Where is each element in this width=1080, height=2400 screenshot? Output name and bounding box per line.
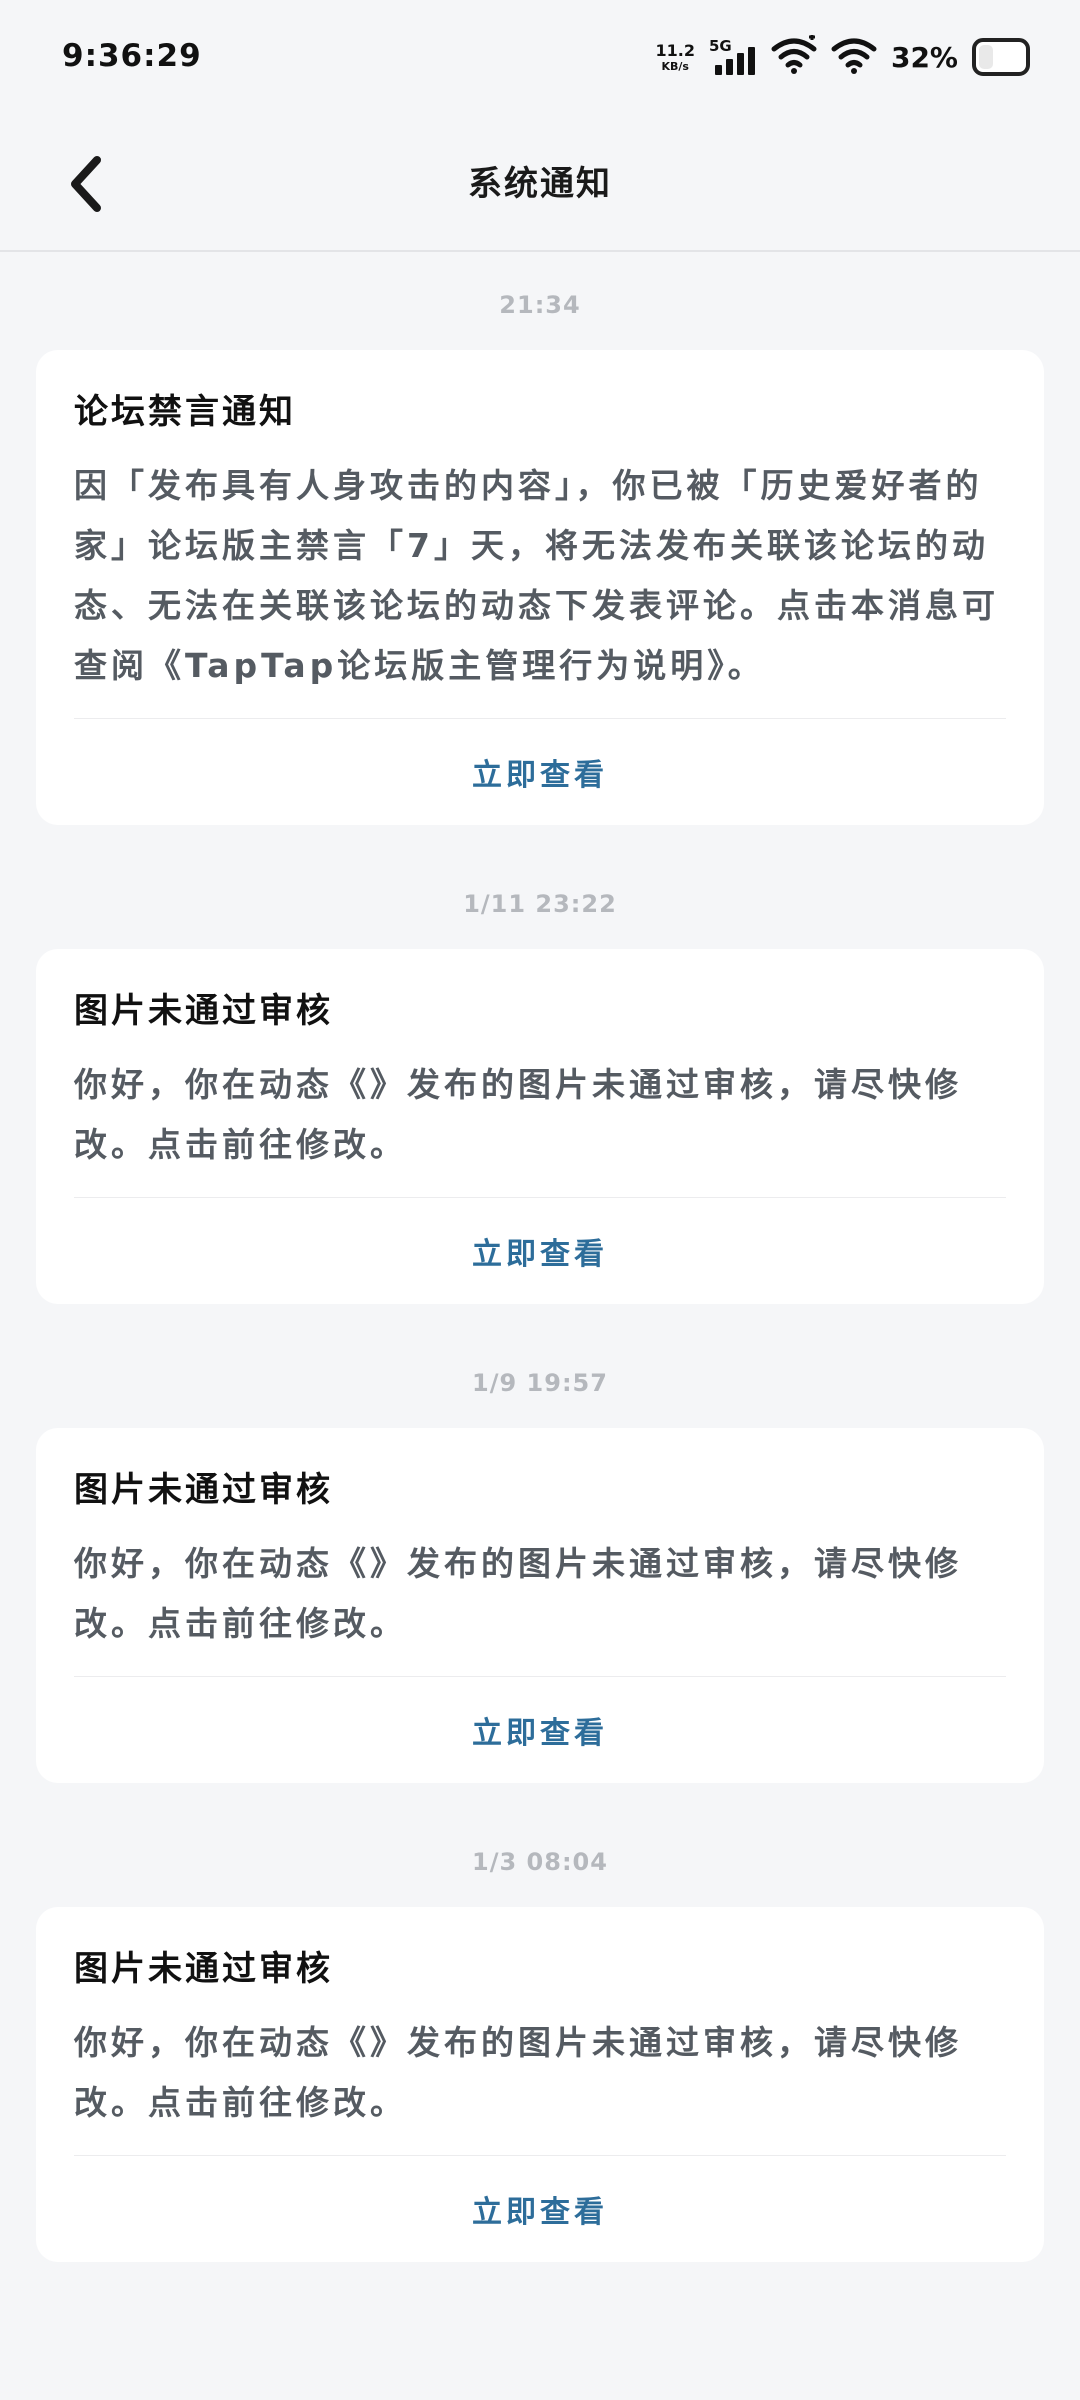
notification-timestamp: 1/9 19:57 xyxy=(472,1369,608,1397)
battery-icon xyxy=(972,38,1030,76)
notification-body: 你好，你在动态《》发布的图片未通过审核，请尽快修改。点击前往修改。 xyxy=(74,1065,962,1164)
status-icons: 11.2 KB/s 5G 32% xyxy=(655,34,1030,80)
notification-body: 你好，你在动态《》发布的图片未通过审核，请尽快修改。点击前往修改。 xyxy=(74,2023,962,2122)
battery-fill xyxy=(979,45,994,69)
notification-list: 21:34 论坛禁言通知 因「发布具有人身攻击的内容」，你已被「历史爱好者的家」… xyxy=(0,252,1080,2262)
network-speed-value: 11.2 xyxy=(655,40,695,60)
notification-title: 图片未通过审核 xyxy=(74,1949,333,1989)
notification-card[interactable]: 图片未通过审核 你好，你在动态《》发布的图片未通过审核，请尽快修改。点击前往修改… xyxy=(36,949,1044,1304)
wifi-secondary-icon xyxy=(831,35,877,79)
app-bar: 系统通知 xyxy=(0,118,1080,252)
battery-percent: 32% xyxy=(890,40,958,74)
notification-body: 你好，你在动态《》发布的图片未通过审核，请尽快修改。点击前往修改。 xyxy=(74,1544,962,1643)
notification-title: 图片未通过审核 xyxy=(74,991,333,1031)
view-now-button[interactable]: 立即查看 xyxy=(74,2156,1006,2262)
page-title: 系统通知 xyxy=(468,164,612,204)
notification-card[interactable]: 图片未通过审核 你好，你在动态《》发布的图片未通过审核，请尽快修改。点击前往修改… xyxy=(36,1907,1044,2262)
notification-timestamp: 1/11 23:22 xyxy=(463,890,617,918)
network-type-label: 5G xyxy=(708,37,732,55)
view-now-button[interactable]: 立即查看 xyxy=(74,1198,1006,1304)
notification-card[interactable]: 论坛禁言通知 因「发布具有人身攻击的内容」，你已被「历史爱好者的家」论坛版主禁言… xyxy=(36,350,1044,825)
cellular-signal-icon: 5G xyxy=(709,37,757,77)
notification-title: 图片未通过审核 xyxy=(74,1470,333,1510)
network-speed-unit: KB/s xyxy=(661,59,689,73)
view-now-button[interactable]: 立即查看 xyxy=(74,1677,1006,1783)
network-speed: 11.2 KB/s xyxy=(655,40,695,73)
view-now-button[interactable]: 立即查看 xyxy=(74,719,1006,825)
notification-title: 论坛禁言通知 xyxy=(74,392,296,432)
notification-card[interactable]: 图片未通过审核 你好，你在动态《》发布的图片未通过审核，请尽快修改。点击前往修改… xyxy=(36,1428,1044,1783)
notification-timestamp: 1/3 08:04 xyxy=(472,1848,608,1876)
notification-body: 因「发布具有人身攻击的内容」，你已被「历史爱好者的家」论坛版主禁言「7」天，将无… xyxy=(74,466,999,685)
wifi-icon xyxy=(771,34,817,79)
notification-timestamp: 21:34 xyxy=(499,291,581,319)
status-time: 9:36:29 xyxy=(62,38,202,74)
status-bar: 9:36:29 11.2 KB/s 5G 32% xyxy=(0,0,1080,118)
